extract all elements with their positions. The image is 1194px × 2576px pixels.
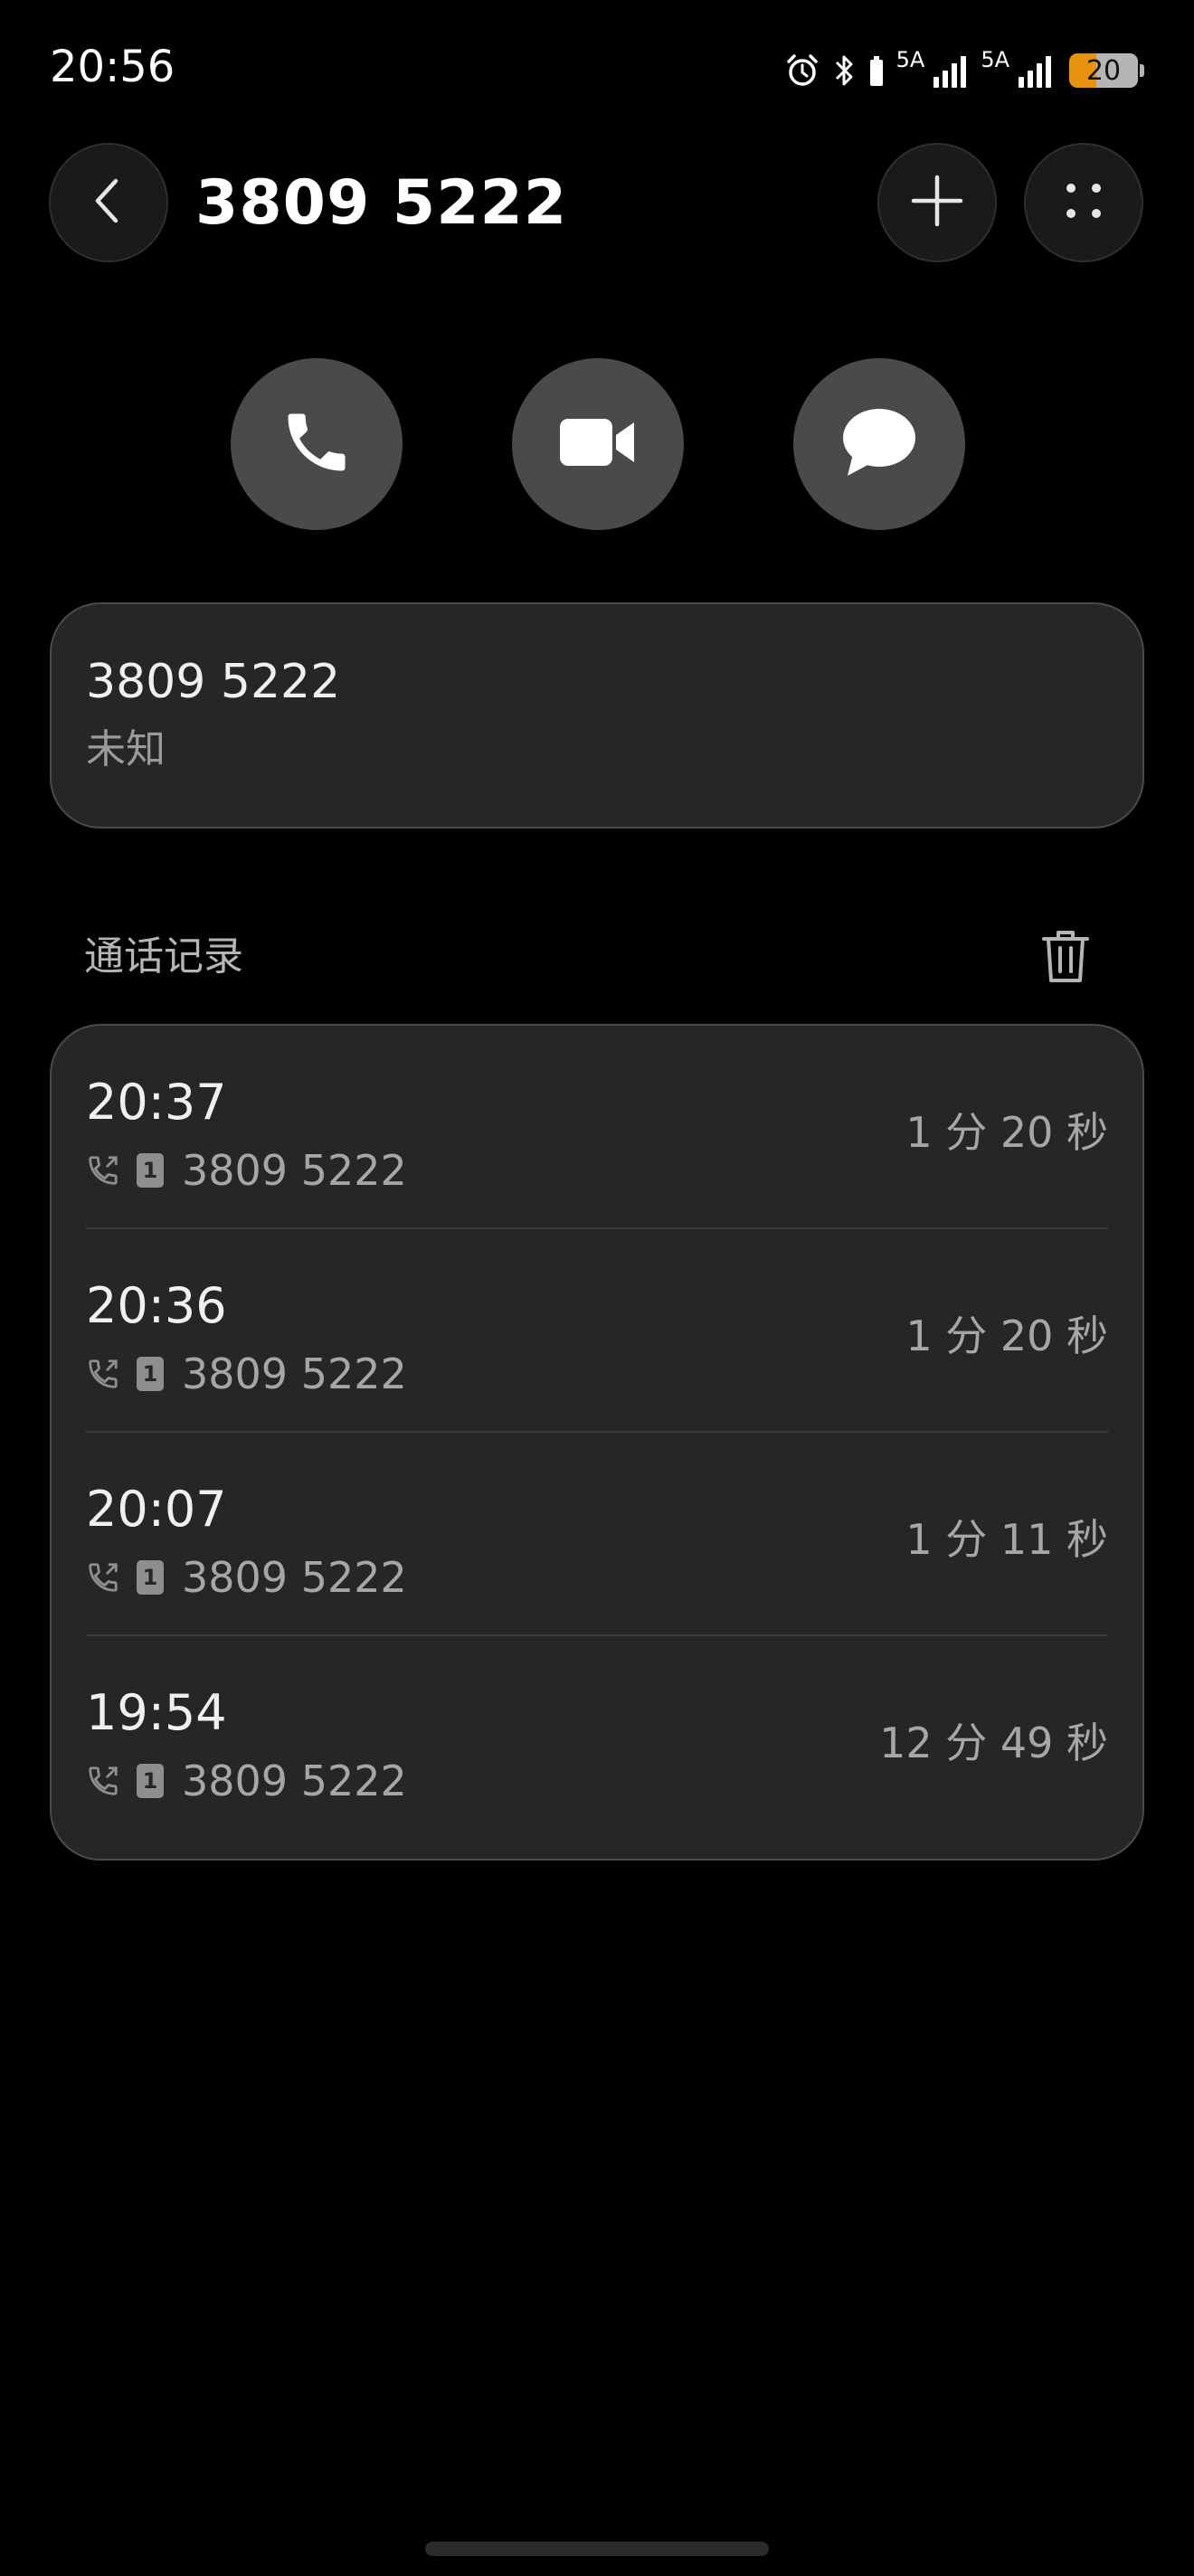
call-duration: 12 分 49 秒 xyxy=(879,1719,1108,1767)
phone-icon xyxy=(279,404,355,484)
home-indicator[interactable] xyxy=(425,2542,769,2556)
more-dots-icon xyxy=(1060,177,1107,228)
message-button[interactable] xyxy=(793,358,965,530)
battery-icon: 20 xyxy=(1069,53,1138,88)
call-number: 3809 5222 xyxy=(182,1146,407,1195)
network-type-1: 5A xyxy=(896,47,925,72)
battery-small-icon xyxy=(869,54,884,87)
call-duration: 1 分 20 秒 xyxy=(905,1312,1108,1360)
call-meta: 1 3809 5222 xyxy=(86,1349,407,1399)
more-options-button[interactable] xyxy=(1024,143,1143,262)
delete-call-log-button[interactable] xyxy=(1031,924,1100,993)
network-type-2: 5A xyxy=(981,47,1009,72)
call-duration: 1 分 11 秒 xyxy=(905,1515,1108,1564)
call-log-entry[interactable]: 20:36 1 3809 5222 1 分 20 秒 xyxy=(52,1229,1142,1433)
call-duration: 1 分 20 秒 xyxy=(905,1108,1108,1157)
contact-number: 3809 5222 xyxy=(86,655,341,709)
video-camera-icon xyxy=(558,415,638,473)
outgoing-call-icon xyxy=(86,1764,120,1798)
bluetooth-icon xyxy=(833,52,857,89)
call-log-list: 20:37 1 3809 5222 1 分 20 秒 20:36 1 3809 … xyxy=(50,1024,1144,1861)
signal-icon xyxy=(932,53,968,88)
call-meta: 1 3809 5222 xyxy=(86,1756,407,1806)
status-bar: 20:56 5A 5A 20 xyxy=(0,0,1194,136)
page-title: 3809 5222 xyxy=(195,167,568,239)
header: 3809 5222 xyxy=(0,143,1194,264)
status-time: 20:56 xyxy=(50,42,175,92)
call-log-entry[interactable]: 20:07 1 3809 5222 1 分 11 秒 xyxy=(52,1433,1142,1636)
call-number: 3809 5222 xyxy=(182,1757,407,1805)
video-call-button[interactable] xyxy=(512,358,684,530)
outgoing-call-icon xyxy=(86,1560,120,1595)
outgoing-call-icon xyxy=(86,1357,120,1391)
call-time: 20:07 xyxy=(86,1481,227,1538)
message-bubble-icon xyxy=(840,405,918,483)
sim-badge: 1 xyxy=(137,1153,164,1188)
call-meta: 1 3809 5222 xyxy=(86,1145,407,1196)
signal-icon xyxy=(1017,53,1053,88)
sim-badge: 1 xyxy=(137,1560,164,1595)
call-log-entry[interactable]: 20:37 1 3809 5222 1 分 20 秒 xyxy=(52,1026,1142,1229)
alarm-icon xyxy=(784,52,820,89)
call-meta: 1 3809 5222 xyxy=(86,1552,407,1603)
back-chevron-icon xyxy=(87,174,130,232)
call-log-title: 通话记录 xyxy=(84,933,243,980)
battery-level: 20 xyxy=(1085,54,1122,87)
add-contact-button[interactable] xyxy=(877,143,997,262)
contact-info-card[interactable]: 3809 5222 未知 xyxy=(50,602,1144,829)
call-number: 3809 5222 xyxy=(182,1553,407,1602)
contact-label: 未知 xyxy=(86,726,166,772)
call-button[interactable] xyxy=(231,358,403,530)
back-button[interactable] xyxy=(49,143,168,262)
trash-icon xyxy=(1040,928,1091,990)
call-time: 20:37 xyxy=(86,1074,227,1131)
call-time: 20:36 xyxy=(86,1277,227,1334)
plus-icon xyxy=(908,172,966,233)
status-icons: 5A 5A 20 xyxy=(784,43,1144,98)
outgoing-call-icon xyxy=(86,1153,120,1188)
sim-badge: 1 xyxy=(137,1764,164,1798)
battery-tip xyxy=(1140,64,1144,77)
call-time: 19:54 xyxy=(86,1684,227,1741)
call-number: 3809 5222 xyxy=(182,1350,407,1398)
sim-badge: 1 xyxy=(137,1357,164,1391)
call-log-entry[interactable]: 19:54 1 3809 5222 12 分 49 秒 xyxy=(52,1636,1142,1840)
